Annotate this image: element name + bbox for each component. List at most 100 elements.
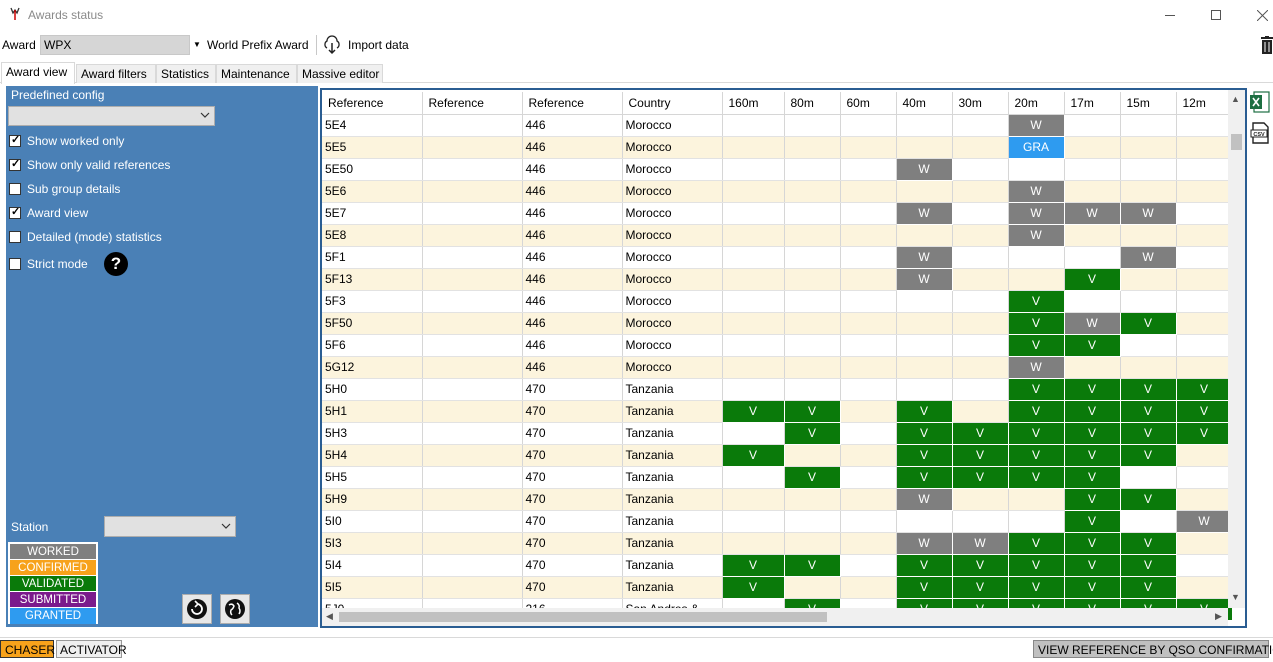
reference2-cell[interactable] [422,356,523,379]
column-header[interactable]: 20m [1008,92,1065,115]
band-status-cell[interactable] [1064,224,1121,247]
band-status-cell[interactable] [952,312,1009,335]
band-status-cell[interactable] [1064,246,1121,269]
band-status-cell[interactable]: V [1064,466,1121,489]
band-status-cell[interactable] [1008,246,1065,269]
country-cell[interactable]: Tanzania [622,576,723,599]
tab-award-view[interactable]: Award view [1,62,75,84]
band-status-cell[interactable] [1120,356,1177,379]
band-status-cell[interactable] [1176,488,1233,511]
band-status-cell[interactable] [1120,334,1177,357]
band-status-cell[interactable] [952,114,1009,137]
dxcc-cell[interactable]: 470 [522,378,623,401]
band-status-cell[interactable] [722,312,785,335]
view-reference-button[interactable]: VIEW REFERENCE BY QSO CONFIRMATION [1033,640,1273,658]
band-status-cell[interactable] [1120,466,1177,489]
band-status-cell[interactable]: V [722,400,785,423]
table-row[interactable]: 5H3 470 Tanzania V V V V V V V [322,422,1233,445]
band-status-cell[interactable]: V [1064,488,1121,511]
band-status-cell[interactable] [952,224,1009,247]
tab-massive-editor[interactable]: Massive editor [297,64,383,83]
band-status-cell[interactable] [840,246,897,269]
band-status-cell[interactable]: W [1064,312,1121,335]
band-status-cell[interactable] [784,158,841,181]
reference-cell[interactable]: 5H1 [322,400,423,423]
band-status-cell[interactable]: W [1008,180,1065,203]
reference-cell[interactable]: 5I5 [322,576,423,599]
band-status-cell[interactable] [1120,180,1177,203]
band-status-cell[interactable]: V [784,400,841,423]
band-status-cell[interactable]: W [952,532,1009,555]
band-status-cell[interactable] [722,136,785,159]
band-status-cell[interactable] [722,158,785,181]
band-status-cell[interactable] [1008,158,1065,181]
band-status-cell[interactable] [1120,158,1177,181]
reference-cell[interactable]: 5F50 [322,312,423,335]
column-header[interactable]: Country [622,92,723,115]
band-status-cell[interactable]: V [1120,378,1177,401]
dxcc-cell[interactable]: 446 [522,356,623,379]
country-cell[interactable]: Tanzania [622,422,723,445]
column-header[interactable]: Reference [522,92,623,115]
band-status-cell[interactable]: GRA [1008,136,1065,159]
band-status-cell[interactable] [1064,136,1121,159]
band-status-cell[interactable]: V [896,576,953,599]
band-status-cell[interactable]: V [896,422,953,445]
band-status-cell[interactable]: W [1008,224,1065,247]
reference2-cell[interactable] [422,400,523,423]
import-data-button[interactable]: Import data [322,34,409,56]
band-status-cell[interactable] [1064,180,1121,203]
band-status-cell[interactable] [840,290,897,313]
band-status-cell[interactable] [784,576,841,599]
band-status-cell[interactable]: V [1008,444,1065,467]
band-status-cell[interactable] [1176,246,1233,269]
band-status-cell[interactable]: V [1064,378,1121,401]
band-status-cell[interactable] [1120,136,1177,159]
scrollbar-thumb[interactable] [1231,134,1242,150]
band-status-cell[interactable]: V [1064,268,1121,291]
scroll-up-icon[interactable]: ▲ [1231,94,1240,104]
reference2-cell[interactable] [422,576,523,599]
band-status-cell[interactable]: W [1064,202,1121,225]
dxcc-cell[interactable]: 446 [522,334,623,357]
reference-cell[interactable]: 5H5 [322,466,423,489]
band-status-cell[interactable]: V [1008,466,1065,489]
band-status-cell[interactable] [784,532,841,555]
band-status-cell[interactable]: W [896,246,953,269]
band-status-cell[interactable] [784,290,841,313]
reference2-cell[interactable] [422,532,523,555]
column-header[interactable]: 15m [1120,92,1177,115]
table-row[interactable]: 5I3 470 Tanzania W W V V V [322,532,1233,555]
band-status-cell[interactable] [896,180,953,203]
band-status-cell[interactable]: V [952,554,1009,577]
band-status-cell[interactable]: V [1120,488,1177,511]
band-status-cell[interactable]: V [952,444,1009,467]
table-row[interactable]: 5E4 446 Morocco W [322,114,1233,137]
band-status-cell[interactable]: W [896,158,953,181]
country-cell[interactable]: Tanzania [622,554,723,577]
dxcc-cell[interactable]: 470 [522,422,623,445]
country-cell[interactable]: Morocco [622,356,723,379]
checkbox[interactable] [9,231,21,243]
band-status-cell[interactable]: V [1176,400,1233,423]
band-status-cell[interactable]: W [1120,202,1177,225]
band-status-cell[interactable]: V [722,576,785,599]
band-status-cell[interactable] [840,444,897,467]
band-status-cell[interactable]: V [1120,444,1177,467]
band-status-cell[interactable] [952,378,1009,401]
reference-cell[interactable]: 5H0 [322,378,423,401]
band-status-cell[interactable] [1176,114,1233,137]
reference2-cell[interactable] [422,158,523,181]
band-status-cell[interactable] [784,444,841,467]
table-row[interactable]: 5G12 446 Morocco W [322,356,1233,379]
band-status-cell[interactable] [784,268,841,291]
band-status-cell[interactable]: V [896,400,953,423]
band-status-cell[interactable] [722,532,785,555]
band-status-cell[interactable] [952,202,1009,225]
band-status-cell[interactable] [784,136,841,159]
option-award-view[interactable]: ✓ Award view [9,205,88,221]
band-status-cell[interactable] [1176,444,1233,467]
band-status-cell[interactable] [1176,290,1233,313]
reference2-cell[interactable] [422,224,523,247]
reference-cell[interactable]: 5E8 [322,224,423,247]
